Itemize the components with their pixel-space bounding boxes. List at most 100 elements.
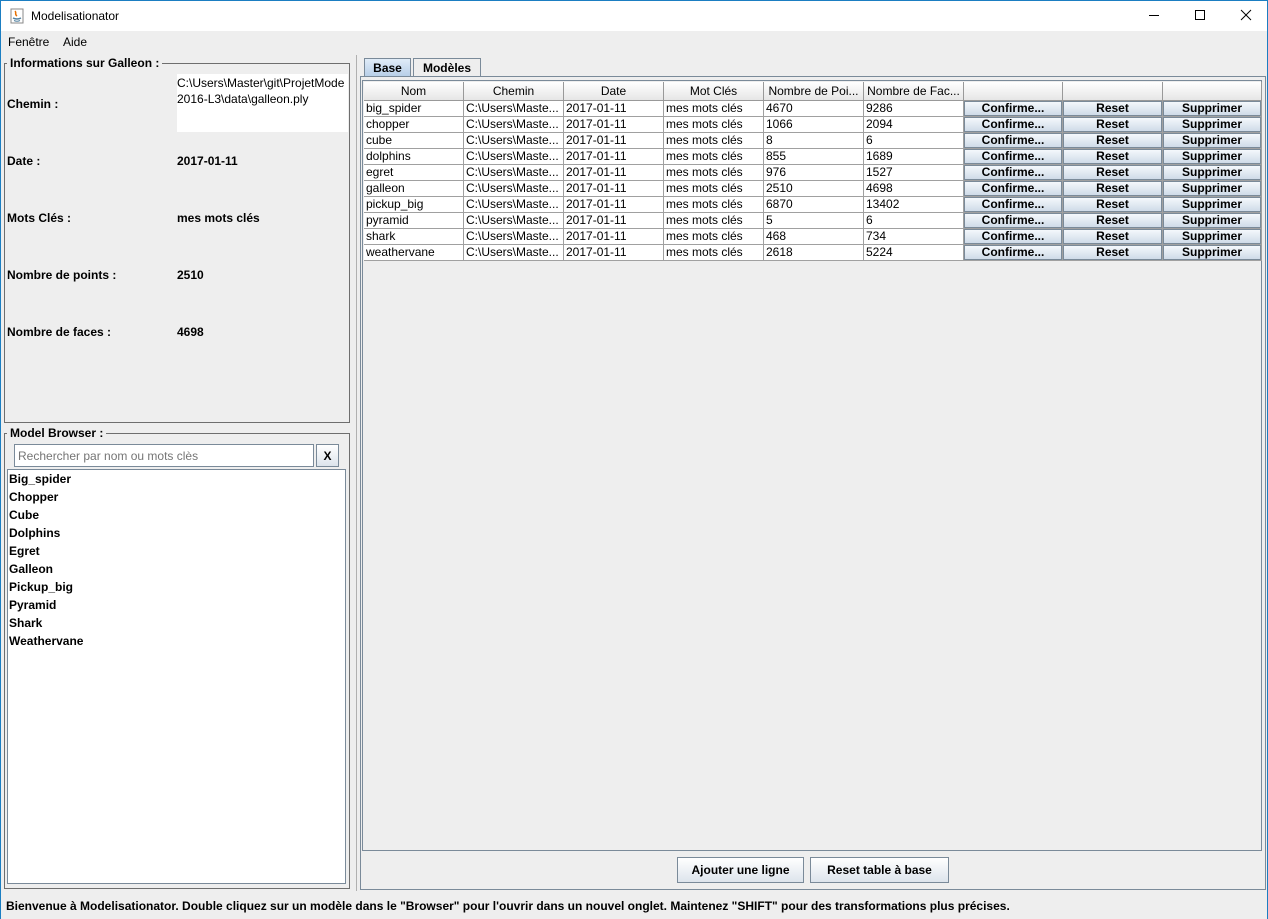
table-cell[interactable]: C:\Users\Maste... [464,197,564,213]
reset-row-button[interactable]: Reset [1063,149,1162,164]
table-row[interactable]: weathervane C:\Users\Maste... 2017-01-11 me… [364,245,1262,261]
table-cell[interactable]: pyramid [364,213,464,229]
table-cell[interactable]: egret [364,165,464,181]
delete-row-button[interactable]: Supprimer [1163,245,1261,260]
table-row[interactable]: galleon C:\Users\Maste... 2017-01-11 mes mo… [364,181,1262,197]
table-cell[interactable]: mes mots clés [664,149,764,165]
table-cell[interactable]: 2017-01-11 [564,165,664,181]
table-cell[interactable]: C:\Users\Maste... [464,117,564,133]
table-row[interactable]: dolphins C:\Users\Maste... 2017-01-11 mes m… [364,149,1262,165]
table-cell[interactable]: 2017-01-11 [564,213,664,229]
table-cell[interactable]: 5224 [864,245,964,261]
table-row[interactable]: pyramid C:\Users\Maste... 2017-01-11 mes mo… [364,213,1262,229]
confirm-row-button[interactable]: Confirme... [964,149,1062,164]
table-row[interactable]: cube C:\Users\Maste... 2017-01-11 mes mots … [364,133,1262,149]
table-cell[interactable]: 6870 [764,197,864,213]
table-cell[interactable]: C:\Users\Maste... [464,101,564,117]
column-header-nom[interactable]: Nom [364,82,464,101]
table-cell[interactable]: cube [364,133,464,149]
column-header-confirm[interactable] [964,82,1063,101]
confirm-row-button[interactable]: Confirme... [964,133,1062,148]
table-cell[interactable]: C:\Users\Maste... [464,245,564,261]
model-list[interactable]: Big_spider Chopper Cube Dolphins Egret G… [7,469,346,884]
delete-row-button[interactable]: Supprimer [1163,101,1261,116]
table-row[interactable]: shark C:\Users\Maste... 2017-01-11 mes mots… [364,229,1262,245]
column-header-nombre-points[interactable]: Nombre de Poi... [764,82,864,101]
confirm-row-button[interactable]: Confirme... [964,101,1062,116]
table-cell[interactable]: 2618 [764,245,864,261]
table-cell[interactable]: 2094 [864,117,964,133]
table-cell[interactable]: 2017-01-11 [564,149,664,165]
table-cell[interactable]: 2017-01-11 [564,101,664,117]
reset-row-button[interactable]: Reset [1063,133,1162,148]
table-cell[interactable]: C:\Users\Maste... [464,229,564,245]
reset-row-button[interactable]: Reset [1063,165,1162,180]
close-button[interactable] [1223,1,1268,31]
table-cell[interactable]: big_spider [364,101,464,117]
table-row[interactable]: egret C:\Users\Maste... 2017-01-11 mes mots… [364,165,1262,181]
table-cell[interactable]: shark [364,229,464,245]
table-cell[interactable]: 2017-01-11 [564,197,664,213]
reset-row-button[interactable]: Reset [1063,197,1162,212]
table-cell[interactable]: 9286 [864,101,964,117]
table-cell[interactable]: 855 [764,149,864,165]
table-cell[interactable]: C:\Users\Maste... [464,181,564,197]
table-cell[interactable]: 2017-01-11 [564,229,664,245]
column-header-reset[interactable] [1063,82,1163,101]
table-cell[interactable]: C:\Users\Maste... [464,133,564,149]
table-cell[interactable]: 1689 [864,149,964,165]
table-cell[interactable]: 976 [764,165,864,181]
table-cell[interactable]: C:\Users\Maste... [464,213,564,229]
model-item-cube[interactable]: Cube [8,506,345,524]
confirm-row-button[interactable]: Confirme... [964,181,1062,196]
table-cell[interactable]: mes mots clés [664,165,764,181]
table-cell[interactable]: 2017-01-11 [564,181,664,197]
reset-row-button[interactable]: Reset [1063,117,1162,132]
model-item-weathervane[interactable]: Weathervane [8,632,345,650]
reset-row-button[interactable]: Reset [1063,245,1162,260]
table-cell[interactable]: mes mots clés [664,245,764,261]
table-cell[interactable]: mes mots clés [664,117,764,133]
table-cell[interactable]: mes mots clés [664,101,764,117]
table-cell[interactable]: C:\Users\Maste... [464,149,564,165]
table-cell[interactable]: 6 [864,133,964,149]
confirm-row-button[interactable]: Confirme... [964,229,1062,244]
model-item-shark[interactable]: Shark [8,614,345,632]
delete-row-button[interactable]: Supprimer [1163,117,1261,132]
table-cell[interactable]: 468 [764,229,864,245]
table-cell[interactable]: 2017-01-11 [564,245,664,261]
table-cell[interactable]: weathervane [364,245,464,261]
delete-row-button[interactable]: Supprimer [1163,133,1261,148]
delete-row-button[interactable]: Supprimer [1163,197,1261,212]
model-item-galleon[interactable]: Galleon [8,560,345,578]
table-cell[interactable]: 2017-01-11 [564,133,664,149]
confirm-row-button[interactable]: Confirme... [964,165,1062,180]
table-cell[interactable]: chopper [364,117,464,133]
reset-table-button[interactable]: Reset table à base [810,857,949,883]
delete-row-button[interactable]: Supprimer [1163,165,1261,180]
table-cell[interactable]: pickup_big [364,197,464,213]
table-cell[interactable]: mes mots clés [664,197,764,213]
column-header-mot-cles[interactable]: Mot Clés [664,82,764,101]
confirm-row-button[interactable]: Confirme... [964,197,1062,212]
model-item-pickup-big[interactable]: Pickup_big [8,578,345,596]
table-cell[interactable]: dolphins [364,149,464,165]
delete-row-button[interactable]: Supprimer [1163,149,1261,164]
table-cell[interactable]: 4698 [864,181,964,197]
table-cell[interactable]: 13402 [864,197,964,213]
column-header-date[interactable]: Date [564,82,664,101]
confirm-row-button[interactable]: Confirme... [964,213,1062,228]
reset-row-button[interactable]: Reset [1063,229,1162,244]
model-item-egret[interactable]: Egret [8,542,345,560]
maximize-button[interactable] [1177,1,1223,31]
table-cell[interactable]: mes mots clés [664,213,764,229]
minimize-button[interactable] [1131,1,1177,31]
column-header-nombre-faces[interactable]: Nombre de Fac... [864,82,964,101]
table-cell[interactable]: 6 [864,213,964,229]
table-row[interactable]: chopper C:\Users\Maste... 2017-01-11 mes mo… [364,117,1262,133]
column-header-delete[interactable] [1163,82,1262,101]
table-cell[interactable]: 734 [864,229,964,245]
table-cell[interactable]: 4670 [764,101,864,117]
tab-modeles[interactable]: Modèles [413,58,481,76]
table-cell[interactable]: galleon [364,181,464,197]
